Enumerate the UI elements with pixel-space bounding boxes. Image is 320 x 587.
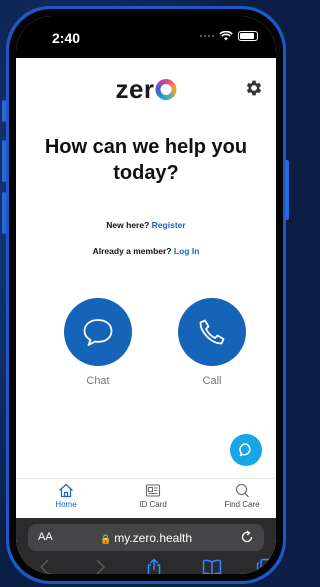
login-row: Already a member? Log In bbox=[16, 246, 276, 256]
signal-icon bbox=[200, 35, 214, 37]
call-button[interactable] bbox=[178, 298, 246, 366]
address-bar[interactable]: AA 🔒 my.zero.health bbox=[28, 524, 264, 551]
tab-find-care-label: Find Care bbox=[224, 500, 260, 509]
chat-action[interactable]: Chat bbox=[64, 298, 132, 387]
register-row: New here? Register bbox=[16, 220, 276, 230]
gear-icon[interactable] bbox=[244, 78, 264, 98]
reload-icon[interactable] bbox=[240, 530, 254, 544]
home-icon bbox=[59, 483, 73, 498]
mute-switch bbox=[2, 100, 6, 122]
share-icon[interactable] bbox=[146, 558, 162, 574]
tab-id-card-label: ID Card bbox=[139, 500, 167, 509]
tabs-icon[interactable] bbox=[256, 558, 274, 574]
forward-icon[interactable] bbox=[93, 558, 107, 574]
id-card-icon bbox=[145, 484, 161, 497]
back-icon[interactable] bbox=[38, 558, 52, 574]
tab-home-label: Home bbox=[55, 500, 77, 509]
wifi-icon bbox=[219, 31, 233, 41]
tab-home[interactable]: Home bbox=[36, 483, 96, 509]
logo-ring-icon bbox=[155, 79, 177, 100]
volume-down-button bbox=[2, 192, 6, 234]
browser-nav bbox=[16, 558, 276, 574]
new-here-text: New here? bbox=[106, 220, 150, 230]
chat-fab-button[interactable] bbox=[230, 434, 262, 466]
tab-find-care[interactable]: Find Care bbox=[212, 483, 272, 509]
app-header: zer bbox=[16, 64, 276, 114]
phone-frame: 2:40 zer How can we help you today? New … bbox=[6, 6, 286, 584]
bookmarks-icon[interactable] bbox=[202, 558, 222, 574]
zero-logo[interactable]: zer bbox=[115, 74, 177, 105]
app-screen: 2:40 zer How can we help you today? New … bbox=[16, 16, 276, 574]
chat-bubble-icon bbox=[239, 443, 251, 457]
volume-up-button bbox=[2, 140, 6, 182]
page-title: How can we help you today? bbox=[44, 136, 248, 184]
status-bar: 2:40 bbox=[16, 16, 276, 58]
power-button bbox=[285, 160, 289, 220]
battery-icon bbox=[238, 31, 258, 41]
notch bbox=[91, 16, 201, 42]
bottom-tab-bar: Home ID Card Find Care bbox=[16, 478, 276, 518]
browser-toolbar: AA 🔒 my.zero.health bbox=[16, 518, 276, 574]
url-text: my.zero.health bbox=[114, 531, 193, 545]
search-icon bbox=[235, 483, 249, 498]
status-time: 2:40 bbox=[52, 30, 81, 46]
member-text: Already a member? bbox=[92, 246, 172, 256]
lock-icon: 🔒 bbox=[99, 534, 112, 544]
call-action[interactable]: Call bbox=[178, 298, 246, 387]
login-link[interactable]: Log In bbox=[174, 246, 200, 256]
logo-text: zer bbox=[115, 74, 155, 104]
call-label: Call bbox=[202, 375, 222, 387]
url-display[interactable]: 🔒 my.zero.health bbox=[28, 531, 264, 545]
chat-button[interactable] bbox=[64, 298, 132, 366]
register-link[interactable]: Register bbox=[152, 220, 186, 230]
tab-id-card[interactable]: ID Card bbox=[123, 483, 183, 509]
chat-label: Chat bbox=[86, 375, 110, 387]
phone-icon bbox=[199, 319, 225, 345]
chat-bubble-icon bbox=[83, 319, 113, 346]
